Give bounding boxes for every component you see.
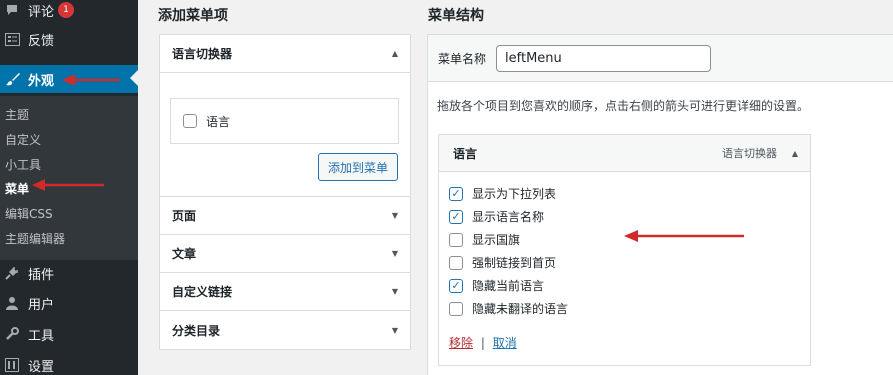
language-option-box: 语言	[170, 98, 399, 144]
accordion-language-switcher[interactable]: 语言切换器 ▲	[160, 35, 410, 73]
expand-arrow-icon: ▼	[391, 249, 398, 258]
expand-arrow-icon: ▼	[391, 287, 398, 296]
sidebar-item-label: 用户	[28, 297, 55, 313]
accordion-title: 分类目录	[172, 323, 221, 338]
option-label: 隐藏未翻译的语言	[472, 302, 569, 316]
settings-icon	[4, 357, 20, 373]
option-hide-current[interactable]: 隐藏当前语言	[449, 277, 544, 294]
submenu-item-edit-css[interactable]: 编辑CSS	[0, 201, 138, 225]
sidebar-item-tools[interactable]: 工具	[0, 321, 138, 347]
user-icon	[4, 295, 20, 311]
sidebar-item-label: 评论	[28, 4, 55, 20]
sidebar-item-label: 设置	[28, 359, 55, 375]
option-checkbox[interactable]	[449, 186, 463, 201]
option-show-names[interactable]: 显示语言名称	[449, 208, 544, 225]
collapse-arrow-icon: ▲	[391, 49, 398, 58]
option-label: 显示国旗	[472, 233, 521, 247]
collapse-arrow-icon[interactable]: ▲	[792, 149, 798, 158]
accordion-posts[interactable]: 文章 ▼	[160, 235, 410, 273]
action-separator: |	[480, 336, 485, 350]
option-hide-untranslated[interactable]: 隐藏未翻译的语言	[449, 300, 568, 317]
menu-item-settings: 显示为下拉列表 显示语言名称 显示国旗 强制链接到首页 隐藏当前语言 隐藏未翻译…	[438, 172, 811, 366]
wrench-icon	[4, 326, 20, 342]
accordion-categories[interactable]: 分类目录 ▼	[160, 311, 410, 349]
option-force-home[interactable]: 强制链接到首页	[449, 254, 556, 271]
submenu-item-theme-editor[interactable]: 主题编辑器	[0, 226, 138, 250]
menu-name-label: 菜单名称	[438, 51, 487, 66]
comment-icon	[4, 2, 20, 18]
drag-hint-text: 拖放各个项目到您喜欢的顺序，点击右侧的箭头可进行更详细的设置。	[437, 99, 810, 113]
option-checkbox[interactable]	[449, 301, 463, 316]
remove-link[interactable]: 移除	[449, 336, 473, 350]
sidebar-item-label: 外观	[28, 73, 55, 89]
menu-structure-heading: 菜单结构	[428, 8, 484, 24]
option-show-dropdown[interactable]: 显示为下拉列表	[449, 185, 556, 202]
sidebar-item-label: 反馈	[28, 33, 55, 49]
accordion-pages[interactable]: 页面 ▼	[160, 197, 410, 235]
feedback-icon	[4, 31, 20, 47]
option-checkbox[interactable]	[449, 209, 463, 224]
menu-name-bar: 菜单名称	[427, 34, 893, 82]
sidebar-item-label: 插件	[28, 267, 55, 283]
plugin-icon	[4, 265, 20, 281]
item-actions: 移除 | 取消	[449, 334, 517, 351]
submenu-item-customize[interactable]: 自定义	[0, 127, 138, 151]
expand-arrow-icon: ▼	[391, 211, 398, 220]
sidebar-item-comments[interactable]: 评论 1	[0, 0, 138, 23]
sidebar-item-settings[interactable]: 设置	[0, 352, 138, 375]
menu-name-input[interactable]	[496, 44, 712, 72]
accordion-title: 语言切换器	[172, 47, 233, 61]
annotation-arrow	[32, 179, 104, 191]
add-menu-items-heading: 添加菜单项	[158, 8, 228, 24]
submenu-item-widgets[interactable]: 小工具	[0, 152, 138, 176]
comments-count-badge: 1	[58, 2, 75, 18]
option-label: 隐藏当前语言	[472, 279, 545, 293]
expand-arrow-icon: ▼	[391, 325, 398, 335]
accordion-title: 文章	[172, 247, 197, 261]
option-show-flags[interactable]: 显示国旗	[449, 231, 520, 248]
sidebar-item-plugins[interactable]: 插件	[0, 260, 138, 286]
language-checkbox[interactable]	[183, 114, 197, 128]
accordion-custom-links[interactable]: 自定义链接 ▼	[160, 273, 410, 311]
menu-item-type: 语言切换器	[722, 147, 777, 160]
menu-item-language[interactable]: 语言 语言切换器 ▲	[438, 134, 811, 172]
add-menu-items-panel: 语言切换器 ▲ 语言 添加到菜单 页面 ▼ 文章 ▼ 自定义链接 ▼ 分类目录 …	[159, 34, 411, 350]
submenu-item-themes[interactable]: 主题	[0, 102, 138, 126]
option-label: 显示语言名称	[472, 210, 545, 224]
option-label: 强制链接到首页	[472, 256, 557, 270]
accordion-title: 自定义链接	[172, 285, 233, 299]
option-checkbox[interactable]	[449, 278, 463, 293]
option-checkbox[interactable]	[449, 232, 463, 247]
option-checkbox[interactable]	[449, 255, 463, 270]
sidebar-item-label: 工具	[28, 328, 55, 344]
sidebar-item-users[interactable]: 用户	[0, 290, 138, 316]
add-to-menu-button[interactable]: 添加到菜单	[317, 153, 398, 181]
accordion-title: 页面	[172, 209, 197, 223]
language-switcher-body: 语言 添加到菜单	[160, 73, 410, 197]
paintbrush-icon	[4, 71, 20, 87]
language-option-label: 语言	[206, 114, 231, 129]
sidebar-item-feedback[interactable]: 反馈	[0, 26, 138, 52]
option-label: 显示为下拉列表	[472, 187, 557, 201]
menu-item-title: 语言	[453, 146, 478, 161]
annotation-arrow	[62, 74, 120, 86]
annotation-arrow	[624, 230, 744, 242]
cancel-link[interactable]: 取消	[493, 336, 517, 350]
